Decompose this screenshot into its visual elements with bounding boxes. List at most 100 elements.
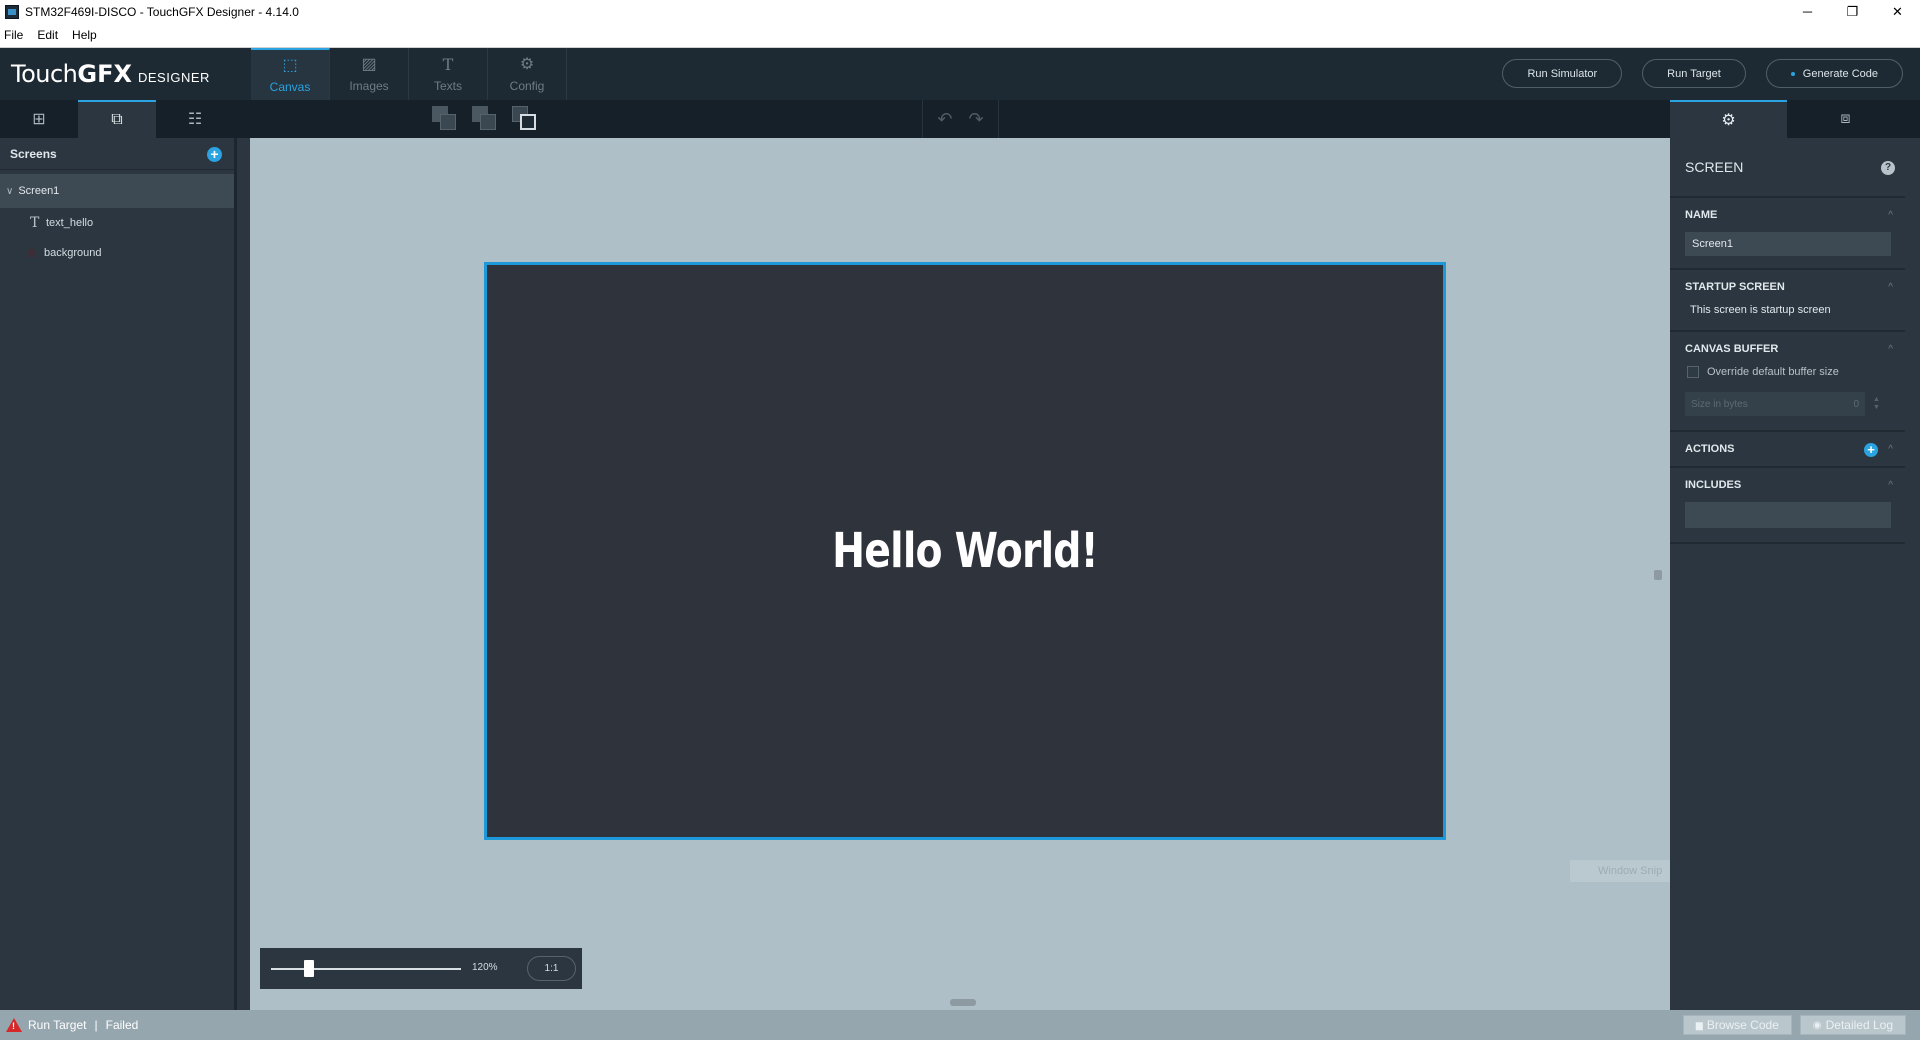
undo-redo-group: ↶ ↷ xyxy=(922,100,999,138)
generate-code-button[interactable]: Generate Code xyxy=(1765,59,1903,88)
image-icon: ▨ xyxy=(361,56,377,73)
redo-icon[interactable]: ↷ xyxy=(969,109,984,130)
chevron-up-icon[interactable]: ^ xyxy=(1888,344,1893,355)
right-panel-tabs: ⚙ ⧈ xyxy=(1670,100,1904,138)
menu-help[interactable]: Help xyxy=(72,28,105,42)
send-backward-button[interactable] xyxy=(472,106,498,132)
interactions-tab[interactable]: ⧈ xyxy=(1787,100,1904,138)
actions-section: ACTIONS + ^ xyxy=(1670,432,1905,468)
window-title: STM32F469I-DISCO - TouchGFX Designer - 4… xyxy=(25,4,299,19)
hello-text-widget[interactable]: Hello World! xyxy=(832,523,1098,579)
canvas-icon: ⬚ xyxy=(282,57,298,74)
override-buffer-row: Override default buffer size xyxy=(1685,366,1890,378)
app-header: Touch GFX DESIGNER ⬚ Canvas ▨ Images T T… xyxy=(0,48,1920,100)
zoom-level: 120% xyxy=(472,962,498,973)
window-controls: ─ ❐ ✕ xyxy=(1785,0,1920,23)
restore-button[interactable]: ❐ xyxy=(1830,0,1875,23)
status-result: Failed xyxy=(105,1018,139,1032)
tab-images[interactable]: ▨ Images xyxy=(330,48,409,100)
add-widget-tab[interactable]: ⊞ xyxy=(0,100,78,138)
header-actions: Run Simulator Run Target Generate Code xyxy=(1502,59,1903,88)
bring-front-icon-back xyxy=(440,114,456,130)
tab-config[interactable]: ⚙ Config xyxy=(488,48,567,100)
chevron-up-icon[interactable]: ^ xyxy=(1888,210,1893,221)
buffer-size-input[interactable]: Size in bytes 0 xyxy=(1685,392,1865,416)
canvas-buffer-section: CANVAS BUFFER ^ Override default buffer … xyxy=(1670,332,1905,432)
menu-file[interactable]: File xyxy=(4,28,31,42)
zoom-control: 120% 1:1 xyxy=(260,948,582,989)
box-widget-icon xyxy=(28,249,36,257)
undo-icon[interactable]: ↶ xyxy=(937,109,952,130)
browse-code-button[interactable]: ▆ Browse Code xyxy=(1682,1015,1792,1035)
warning-glyph: ! xyxy=(12,1021,15,1031)
title-bar: STM32F469I-DISCO - TouchGFX Designer - 4… xyxy=(0,0,1920,23)
chevron-up-icon[interactable]: ^ xyxy=(1888,444,1893,455)
widget-name: text_hello xyxy=(46,217,94,229)
send-to-back-button[interactable] xyxy=(512,106,538,132)
z-order-buttons xyxy=(432,106,538,132)
override-buffer-checkbox[interactable] xyxy=(1687,366,1699,378)
canvas-area[interactable]: Hello World! Window Snip 120% 1:1 xyxy=(250,138,1745,1010)
run-simulator-button[interactable]: Run Simulator xyxy=(1502,59,1623,88)
includes-section: INCLUDES ^ xyxy=(1670,468,1905,544)
bring-to-front-button[interactable] xyxy=(432,106,458,132)
buffer-size-row: Size in bytes 0 ▲ ▼ xyxy=(1685,392,1890,416)
screen-name: Screen1 xyxy=(18,185,60,197)
menu-bar: File Edit Help xyxy=(0,23,1920,48)
send-back-icon-front xyxy=(520,114,536,130)
detailed-log-button[interactable]: ◉ Detailed Log xyxy=(1799,1015,1906,1035)
add-screen-icon[interactable]: + xyxy=(207,147,222,162)
zoom-reset-button[interactable]: 1:1 xyxy=(527,956,576,981)
startup-label: STARTUP SCREEN xyxy=(1685,281,1785,293)
horizontal-scroll-handle[interactable] xyxy=(950,999,976,1006)
canvas-buffer-label: CANVAS BUFFER xyxy=(1685,343,1779,355)
zoom-slider-track[interactable] xyxy=(271,968,461,970)
tab-canvas-label: Canvas xyxy=(269,80,311,94)
override-buffer-label: Override default buffer size xyxy=(1707,366,1839,378)
zoom-slider-thumb[interactable] xyxy=(304,960,314,977)
screen-name-field[interactable] xyxy=(1685,232,1891,256)
gear-icon: ⚙ xyxy=(519,56,535,73)
screen-tree-tab[interactable]: ⧉ xyxy=(78,100,156,138)
screens-panel: Screens + ∨ Screen1 T text_hello backgro… xyxy=(0,138,237,1010)
properties-title-text: SCREEN xyxy=(1685,159,1744,175)
screen-tree-icon: ⧉ xyxy=(111,111,123,128)
includes-field[interactable] xyxy=(1685,502,1891,528)
add-action-icon[interactable]: + xyxy=(1864,443,1878,457)
text-icon: T xyxy=(442,55,454,74)
menu-edit[interactable]: Edit xyxy=(37,28,66,42)
startup-section: STARTUP SCREEN ^ This screen is startup … xyxy=(1670,270,1905,332)
text-widget-icon: T xyxy=(30,215,40,231)
add-widget-icon: ⊞ xyxy=(32,111,46,128)
includes-label: INCLUDES xyxy=(1685,479,1742,491)
tree-widget-background[interactable]: background xyxy=(0,238,234,268)
tree-screen-item[interactable]: ∨ Screen1 xyxy=(0,174,234,208)
chevron-up-icon[interactable]: ^ xyxy=(1888,282,1893,293)
close-button[interactable]: ✕ xyxy=(1875,0,1920,23)
left-panel-tabs: ⊞ ⧉ ☷ xyxy=(0,100,234,138)
run-target-button[interactable]: Run Target xyxy=(1642,59,1746,88)
screens-header: Screens + xyxy=(0,138,234,170)
tab-config-label: Config xyxy=(509,79,545,93)
minimize-button[interactable]: ─ xyxy=(1785,0,1830,23)
chevron-down-icon[interactable]: ∨ xyxy=(6,186,13,197)
vertical-scroll-handle[interactable] xyxy=(1654,570,1662,580)
help-icon[interactable]: ? xyxy=(1881,161,1895,175)
properties-panel: SCREEN ? NAME ^ STARTUP SCREEN ^ This sc… xyxy=(1670,138,1905,1010)
logo-designer: DESIGNER xyxy=(138,70,210,85)
screen-properties-icon: ⚙ xyxy=(1721,112,1736,129)
buffer-size-stepper[interactable]: ▲ ▼ xyxy=(1873,396,1880,412)
buffer-size-value: 0 xyxy=(1853,398,1859,410)
sliders-tab[interactable]: ☷ xyxy=(156,100,234,138)
tab-texts[interactable]: T Texts xyxy=(409,48,488,100)
tab-canvas[interactable]: ⬚ Canvas xyxy=(251,48,330,100)
screen-canvas[interactable]: Hello World! xyxy=(484,262,1446,840)
properties-tab[interactable]: ⚙ xyxy=(1670,100,1787,138)
generate-code-label: Generate Code xyxy=(1802,67,1878,80)
browse-code-label: Browse Code xyxy=(1706,1018,1779,1032)
chevron-up-icon[interactable]: ^ xyxy=(1888,480,1893,491)
tab-texts-label: Texts xyxy=(433,79,462,93)
actions-label: ACTIONS xyxy=(1685,443,1735,455)
buffer-size-placeholder: Size in bytes xyxy=(1691,398,1748,410)
tree-widget-text-hello[interactable]: T text_hello xyxy=(0,208,234,238)
